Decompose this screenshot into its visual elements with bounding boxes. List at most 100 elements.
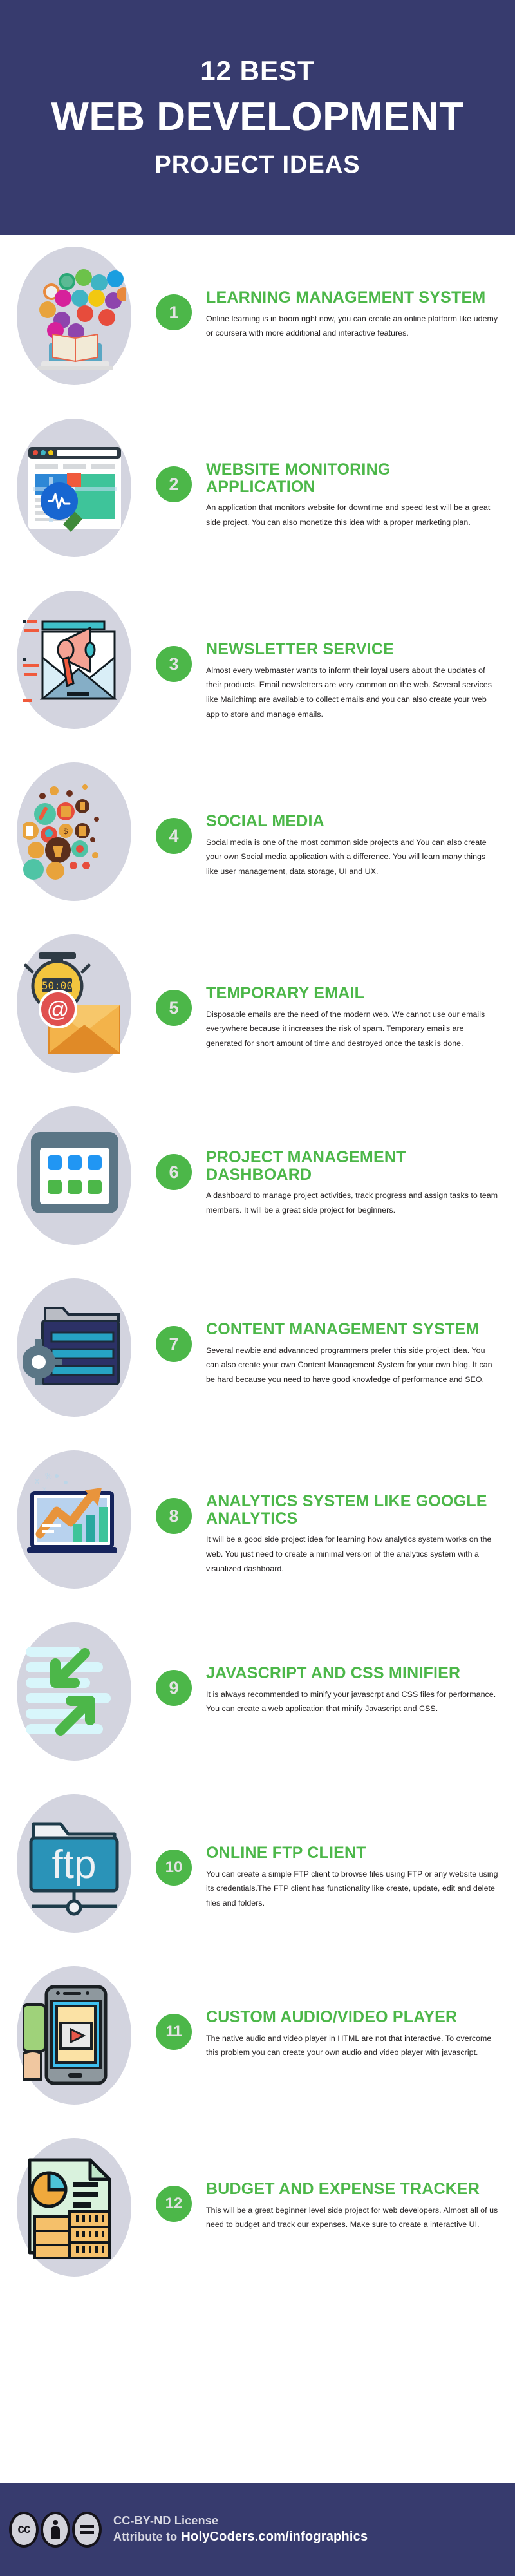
item-title: LEARNING MANAGEMENT SYSTEM [206,289,486,307]
project-idea-item: 2 WEBSITE MONITORING APPLICATION An applic… [0,407,515,579]
illustration-wrapper [12,591,140,735]
item-number-badge: 5 [156,990,192,1026]
person-head [53,2519,58,2525]
item-number-badge: 10 [156,1850,192,1886]
item-title: TEMPORARY EMAIL [206,984,365,1002]
item-description: It is always recommended to minify your … [206,1689,496,1714]
project-idea-item: 3 NEWSLETTER SERVICE Almost every webmaste… [0,579,515,751]
project-idea-item: 7 CONTENT MANAGEMENT SYSTEM Several newbie… [0,1267,515,1439]
item-number-badge: 2 [156,466,192,502]
dashboard-tiles-window-icon [23,1118,126,1234]
item-text-column: WEBSITE MONITORING APPLICATION An applica… [206,461,515,530]
header-subtitle-bottom: PROJECT IDEAS [154,151,360,179]
item-description: It will be a good side project idea for … [206,1535,492,1573]
item-text-column: TEMPORARY EMAIL Disposable emails are the… [206,985,515,1051]
item-number-badge: 4 [156,818,192,854]
stopwatch-with-at-sign-envelope-icon: 50:00 @ [23,946,126,1062]
project-idea-item: 6 PROJECT MANAGEMENT DASHBOARD A dashboard… [0,1095,515,1267]
pie-chart-report-with-money-stacks-icon [23,2150,126,2266]
item-title: CUSTOM AUDIO/VIDEO PLAYER [206,2008,458,2026]
illustration-wrapper: $ [12,762,140,907]
item-description: Several newbie and advannced programmers… [206,1345,492,1385]
person-body [51,2526,60,2539]
project-idea-item: ftp 10 ONLINE FTP CLIENT You can create a … [0,1783,515,1955]
compress-arrows-icon [23,1634,126,1750]
project-idea-item: 1 LEARNING MANAGEMENT SYSTEM Online learni… [0,235,515,407]
creative-commons-icon-group: cc [9,2511,102,2548]
project-idea-item: $ 4 SOCIAL MEDIA Social media is one of th… [0,751,515,923]
item-title: JAVASCRIPT AND CSS MINIFIER [206,1664,461,1682]
laptop-with-growth-chart-icon: x % x [23,1462,126,1578]
project-ideas-list: 1 LEARNING MANAGEMENT SYSTEM Online learni… [0,235,515,2298]
item-number-badge: 3 [156,646,192,682]
smartphone-video-player-with-hand-icon [22,1978,126,2094]
project-idea-item: 50:00 @ 5 TEMPORARY EMAIL Disposable email… [0,923,515,1095]
item-text-column: SOCIAL MEDIA Social media is one of the m… [206,813,515,879]
illustration-wrapper: ftp [12,1794,140,1939]
attribution-prefix: Attribute to [113,2530,178,2544]
item-text-column: JAVASCRIPT AND CSS MINIFIER It is always … [206,1665,515,1716]
item-title: BUDGET AND EXPENSE TRACKER [206,2180,480,2198]
item-description: This will be a great beginner level side… [206,2205,498,2230]
item-title: ONLINE FTP CLIENT [206,1844,366,1862]
equals-bar-bottom [80,2530,94,2534]
no-derivatives-equals-icon [72,2511,102,2548]
header-subtitle-top: 12 BEST [200,55,315,86]
illustration-wrapper [12,1106,140,1251]
by-person-icon [41,2511,70,2548]
footer-text-block: CC-BY-ND License Attribute to HolyCoders.… [113,2513,368,2546]
item-text-column: CONTENT MANAGEMENT SYSTEM Several newbie … [206,1321,515,1387]
item-text-column: ANALYTICS SYSTEM LIKE GOOGLE ANALYTICS It… [206,1493,515,1577]
svg-text:@: @ [47,998,70,1022]
footer-license-bar: cc CC-BY-ND License Attribute to HolyCode… [0,2483,515,2576]
item-text-column: BUDGET AND EXPENSE TRACKER This will be a… [206,2181,515,2232]
item-description: The native audio and video player in HTM… [206,2033,492,2058]
item-number-badge: 6 [156,1154,192,1190]
illustration-wrapper [12,2138,140,2283]
laptop-with-open-book-and-subject-bubbles-icon [23,258,131,374]
project-idea-item: 11 CUSTOM AUDIO/VIDEO PLAYER The native au… [0,1955,515,2126]
svg-text:x: x [35,1475,39,1486]
item-text-column: NEWSLETTER SERVICE Almost every webmaster… [206,641,515,722]
project-idea-item: x % x 8 ANALYTICS SYSTEM LIKE GOOGLE ANAL… [0,1439,515,1611]
person-glyph [51,2519,60,2539]
item-number-badge: 7 [156,1326,192,1362]
header-banner: 12 BEST WEB DEVELOPMENT PROJECT IDEAS [0,0,515,235]
item-title: PROJECT MANAGEMENT DASHBOARD [206,1148,406,1184]
cc-icon-label: cc [17,2522,30,2536]
illustration-wrapper [12,1278,140,1423]
item-number-badge: 9 [156,1670,192,1706]
megaphone-with-app-bubbles-icon: $ [21,774,126,890]
item-text-column: ONLINE FTP CLIENT You can create a simple… [206,1844,515,1911]
attribution-site-link[interactable]: HolyCoders.com/infographics [181,2530,368,2544]
item-title: WEBSITE MONITORING APPLICATION [206,460,391,496]
item-description: Almost every webmaster wants to inform t… [206,665,492,719]
project-idea-item: 9 JAVASCRIPT AND CSS MINIFIER It is always… [0,1611,515,1783]
item-description: Online learning is in boom right now, yo… [206,314,498,338]
equals-glyph [80,2524,94,2534]
item-title: ANALYTICS SYSTEM LIKE GOOGLE ANALYTICS [206,1492,487,1528]
item-text-column: PROJECT MANAGEMENT DASHBOARD A dashboard … [206,1149,515,1218]
item-title: NEWSLETTER SERVICE [206,640,395,658]
illustration-wrapper [12,1966,140,2111]
illustration-wrapper [12,1622,140,1767]
svg-text:ftp: ftp [52,1842,97,1887]
envelope-with-megaphone-icon [23,602,126,718]
item-description: An application that monitors website for… [206,503,491,527]
equals-bar-top [80,2524,94,2528]
header-main-title: WEB DEVELOPMENT [51,95,464,140]
item-number-badge: 11 [156,2014,192,2050]
item-number-badge: 1 [156,294,192,330]
attribution-line: Attribute to HolyCoders.com/infographics [113,2528,368,2546]
svg-text:$: $ [64,827,68,836]
item-text-column: CUSTOM AUDIO/VIDEO PLAYER The native audi… [206,2009,515,2060]
item-description: Social media is one of the most common s… [206,837,487,876]
ftp-folder-icon: ftp [23,1806,126,1922]
svg-text:%: % [45,1472,52,1481]
item-text-column: LEARNING MANAGEMENT SYSTEM Online learnin… [206,289,515,341]
item-title: CONTENT MANAGEMENT SYSTEM [206,1320,480,1338]
license-label: CC-BY-ND License [113,2514,219,2527]
item-description: You can create a simple FTP client to br… [206,1869,498,1908]
illustration-wrapper [12,247,140,392]
project-idea-item: 12 BUDGET AND EXPENSE TRACKER This will be… [0,2126,515,2298]
